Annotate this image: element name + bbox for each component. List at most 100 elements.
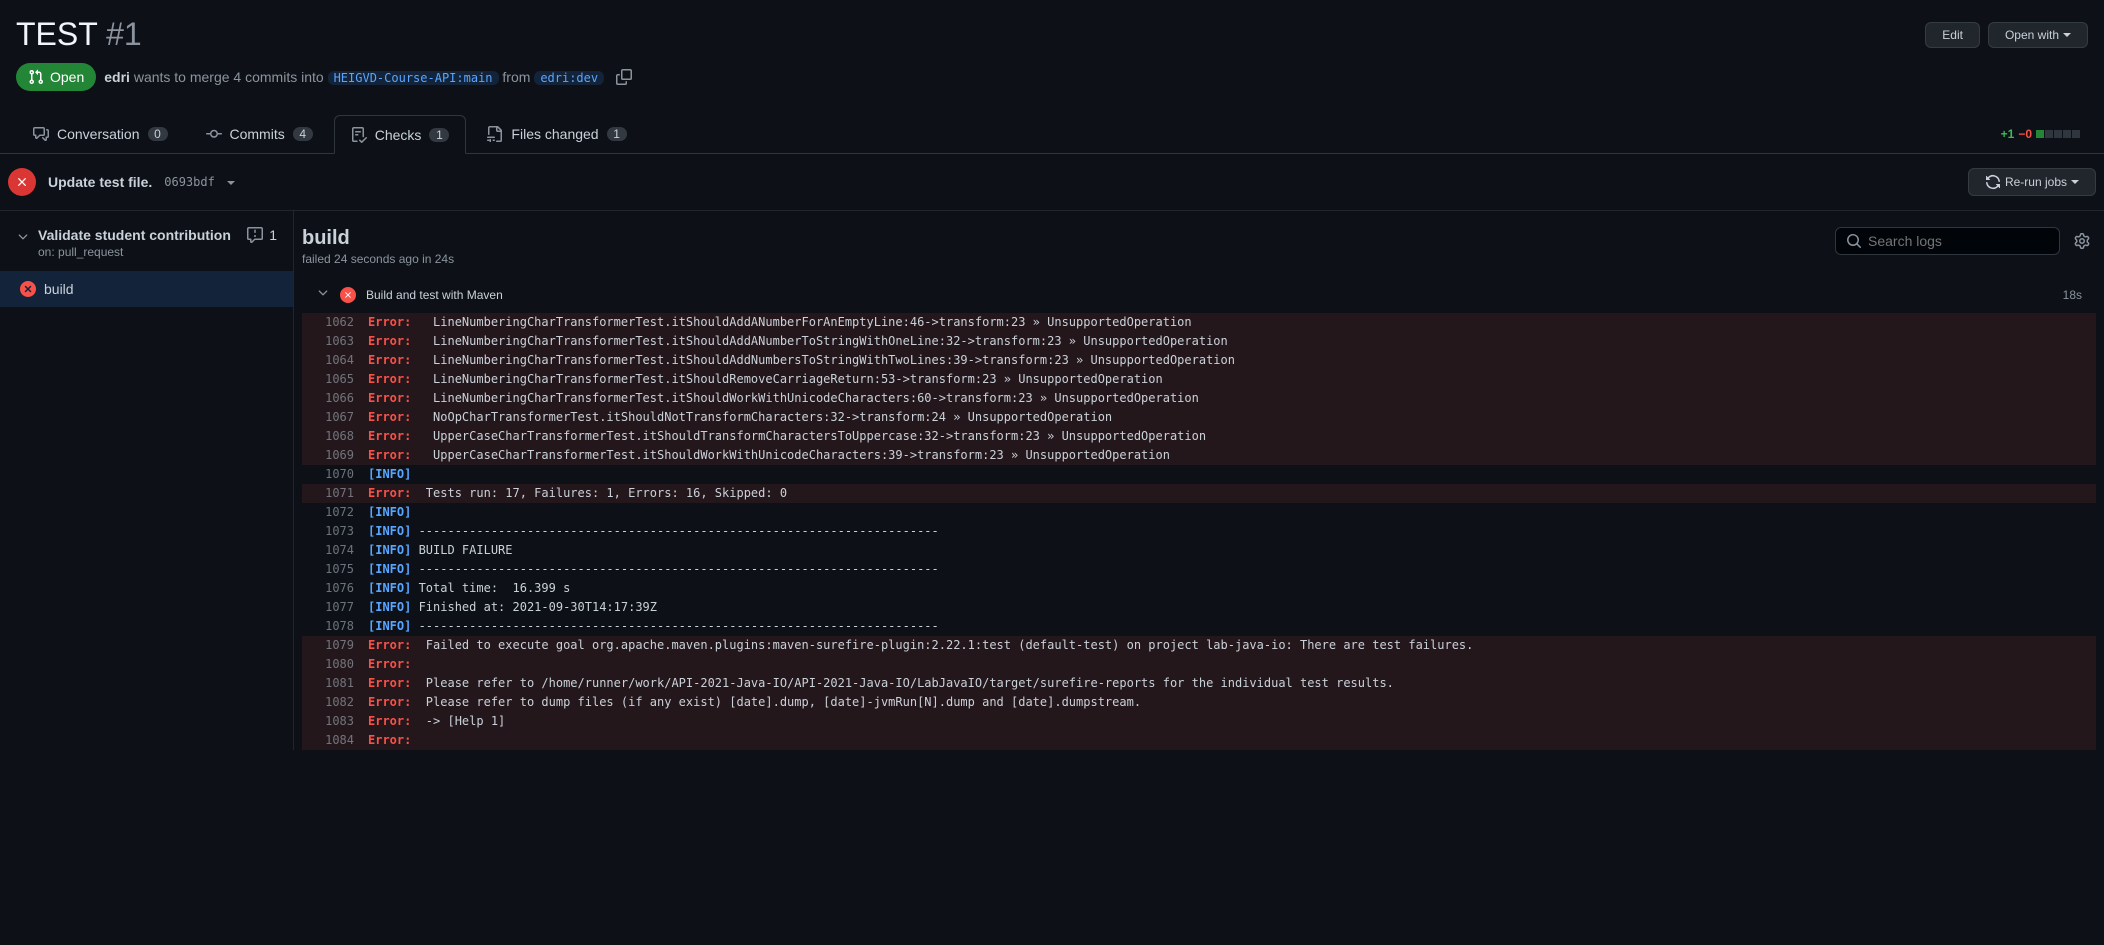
log-line-number[interactable]: 1080 <box>314 655 354 674</box>
log-line-number[interactable]: 1070 <box>314 465 354 484</box>
log-line-number[interactable]: 1062 <box>314 313 354 332</box>
log-line: 1078[INFO] -----------------------------… <box>302 617 2096 636</box>
pr-title: TEST #1 <box>16 16 142 53</box>
log-line-content: Error: LineNumberingCharTransformerTest.… <box>354 332 1228 351</box>
workflow-trigger: on: pull_request <box>38 245 231 259</box>
log-line-content: [INFO] BUILD FAILURE <box>354 541 513 560</box>
log-line-number[interactable]: 1067 <box>314 408 354 427</box>
tab-conversation-label: Conversation <box>57 126 140 142</box>
tab-checks-count: 1 <box>429 128 449 142</box>
sync-icon <box>1985 174 2001 190</box>
log-line-content: [INFO] Total time: 16.399 s <box>354 579 570 598</box>
diffstat: +1 −0 <box>2001 127 2088 141</box>
head-branch[interactable]: edri:dev <box>534 71 604 85</box>
tab-commits[interactable]: Commits 4 <box>189 115 330 153</box>
search-icon <box>1846 233 1862 249</box>
log-line: 1071Error: Tests run: 17, Failures: 1, E… <box>302 484 2096 503</box>
log-line-number[interactable]: 1065 <box>314 370 354 389</box>
rerun-label: Re-run jobs <box>2005 175 2067 189</box>
workflow-name[interactable]: Validate student contribution <box>38 227 231 243</box>
log-line: 1073[INFO] -----------------------------… <box>302 522 2096 541</box>
base-branch[interactable]: HEIGVD-Course-API:main <box>328 71 499 85</box>
tab-commits-label: Commits <box>230 126 285 142</box>
log-line: 1083Error: -> [Help 1] <box>302 712 2096 731</box>
open-with-button[interactable]: Open with <box>1988 22 2088 48</box>
log-line-number[interactable]: 1071 <box>314 484 354 503</box>
step-header[interactable]: Build and test with Maven 18s <box>302 276 2096 313</box>
log-line-number[interactable]: 1079 <box>314 636 354 655</box>
log-line-number[interactable]: 1082 <box>314 693 354 712</box>
merge-description: edri wants to merge 4 commits into HEIGV… <box>104 69 604 85</box>
git-pull-request-icon <box>28 69 44 85</box>
log-line-number[interactable]: 1073 <box>314 522 354 541</box>
log-output[interactable]: 1062Error: LineNumberingCharTransformerT… <box>302 313 2096 750</box>
sidebar-job-build[interactable]: build <box>0 271 293 307</box>
state-badge: Open <box>16 63 96 91</box>
diffstat-del: −0 <box>2018 127 2032 141</box>
caret-down-icon <box>2063 33 2071 37</box>
step-name: Build and test with Maven <box>366 288 2053 302</box>
log-line-number[interactable]: 1078 <box>314 617 354 636</box>
log-line: 1063Error: LineNumberingCharTransformerT… <box>302 332 2096 351</box>
log-line-number[interactable]: 1066 <box>314 389 354 408</box>
log-line-number[interactable]: 1084 <box>314 731 354 750</box>
commit-sha[interactable]: 0693bdf <box>164 175 215 189</box>
checklist-icon <box>351 127 367 143</box>
log-line-number[interactable]: 1069 <box>314 446 354 465</box>
log-line-content: [INFO] ---------------------------------… <box>354 522 939 541</box>
log-line: 1075[INFO] -----------------------------… <box>302 560 2096 579</box>
log-line: 1084Error: <box>302 731 2096 750</box>
log-line: 1080Error: <box>302 655 2096 674</box>
log-line-content: [INFO] ---------------------------------… <box>354 560 939 579</box>
log-line: 1077[INFO] Finished at: 2021-09-30T14:17… <box>302 598 2096 617</box>
log-line-number[interactable]: 1072 <box>314 503 354 522</box>
log-line-number[interactable]: 1083 <box>314 712 354 731</box>
log-line-number[interactable]: 1064 <box>314 351 354 370</box>
log-line-number[interactable]: 1063 <box>314 332 354 351</box>
log-line-number[interactable]: 1068 <box>314 427 354 446</box>
x-circle-fill-icon <box>20 281 36 297</box>
log-line-content: Error: UpperCaseCharTransformerTest.itSh… <box>354 427 1206 446</box>
rerun-jobs-button[interactable]: Re-run jobs <box>1968 168 2096 196</box>
step-status-icon <box>340 287 356 303</box>
log-line-number[interactable]: 1074 <box>314 541 354 560</box>
diffstat-add: +1 <box>2001 127 2015 141</box>
log-line-content: Error: UpperCaseCharTransformerTest.itSh… <box>354 446 1170 465</box>
log-line: 1076[INFO] Total time: 16.399 s <box>302 579 2096 598</box>
step-duration: 18s <box>2063 288 2082 302</box>
pr-title-text: TEST <box>16 16 97 52</box>
log-line-content: Error: NoOpCharTransformerTest.itShouldN… <box>354 408 1112 427</box>
open-with-label: Open with <box>2005 28 2059 42</box>
annotations-link[interactable]: 1 <box>247 227 277 243</box>
log-line: 1082Error: Please refer to dump files (i… <box>302 693 2096 712</box>
log-line: 1064Error: LineNumberingCharTransformerT… <box>302 351 2096 370</box>
log-line-content: [INFO] <box>354 503 419 522</box>
edit-button[interactable]: Edit <box>1925 22 1980 48</box>
log-line-number[interactable]: 1076 <box>314 579 354 598</box>
diffstat-blocks <box>2036 130 2080 138</box>
log-line-number[interactable]: 1075 <box>314 560 354 579</box>
copy-branch-button[interactable] <box>612 65 636 89</box>
caret-down-icon <box>227 181 235 185</box>
merge-author[interactable]: edri <box>104 69 130 85</box>
log-line-number[interactable]: 1077 <box>314 598 354 617</box>
tab-files-count: 1 <box>607 127 627 141</box>
commit-title[interactable]: Update test file. <box>48 174 152 190</box>
log-search-input[interactable] <box>1868 233 2049 249</box>
workflow-toggle[interactable] <box>16 230 30 247</box>
tab-conversation[interactable]: Conversation 0 <box>16 115 185 153</box>
annotations-count: 1 <box>269 227 277 243</box>
tab-files-label: Files changed <box>511 126 598 142</box>
commit-status-icon <box>8 168 36 196</box>
edit-button-label: Edit <box>1942 28 1963 42</box>
commit-sha-dropdown[interactable] <box>227 174 235 190</box>
tab-files[interactable]: Files changed 1 <box>470 115 643 153</box>
log-line-number[interactable]: 1081 <box>314 674 354 693</box>
tab-checks[interactable]: Checks 1 <box>334 115 467 154</box>
log-line: 1074[INFO] BUILD FAILURE <box>302 541 2096 560</box>
log-search[interactable] <box>1835 227 2060 255</box>
tab-checks-label: Checks <box>375 127 422 143</box>
log-line: 1062Error: LineNumberingCharTransformerT… <box>302 313 2096 332</box>
log-settings-button[interactable] <box>2068 227 2096 255</box>
log-line-content: Error: <box>354 655 426 674</box>
